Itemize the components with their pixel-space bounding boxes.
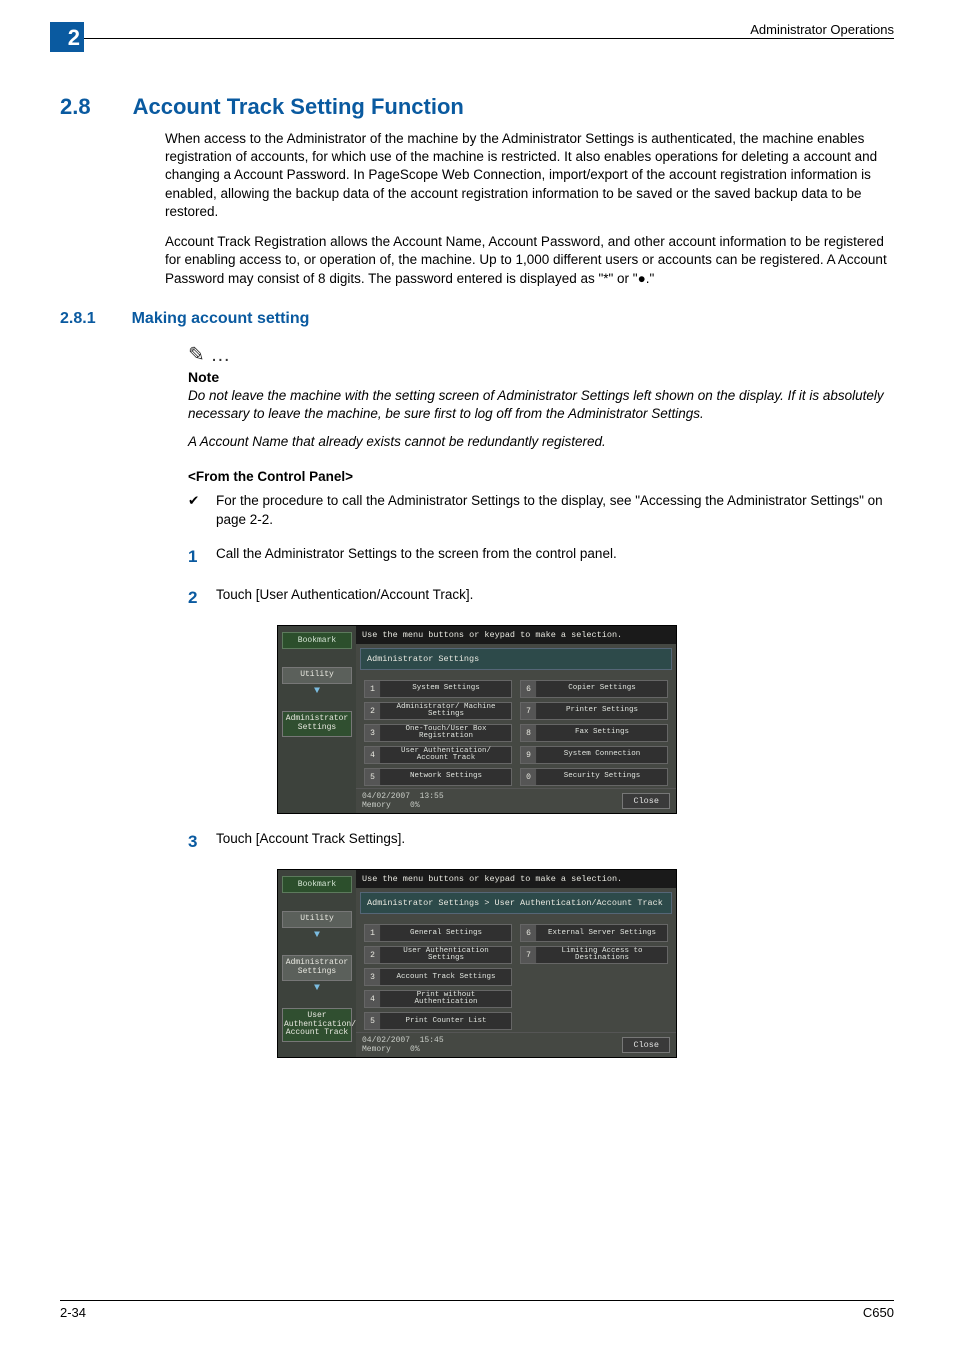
menu-label: External Server Settings [537,930,667,938]
sidebar-admin-settings[interactable]: Administrator Settings [282,955,352,981]
menu-number: 4 [365,747,381,763]
menu-label: Administrator/ Machine Settings [381,704,511,719]
menu-label: System Settings [381,685,511,693]
sidebar-utility[interactable]: Utility [282,667,352,684]
note-text: A Account Name that already exists canno… [188,433,894,451]
breadcrumb: Administrator Settings > User Authentica… [360,892,672,914]
menu-number: 1 [365,681,381,697]
menu-label: Printer Settings [537,707,667,715]
running-head: Administrator Operations [750,22,894,37]
menu-number: 5 [365,1013,381,1029]
step-number: 3 [188,828,216,855]
menu-item-printer[interactable]: 7Printer Settings [520,702,668,720]
menu-number: 7 [521,947,537,963]
menu-item-account-track[interactable]: 3Account Track Settings [364,968,512,986]
step-text: Touch [User Authentication/Account Track… [216,584,473,611]
menu-item-system-settings[interactable]: 1System Settings [364,680,512,698]
note-text: Do not leave the machine with the settin… [188,387,894,423]
page-number: 2-34 [60,1305,86,1320]
menu-item-print-without-auth[interactable]: 4Print without Authentication [364,990,512,1008]
menu-number: 4 [365,991,381,1007]
menu-item-admin-machine[interactable]: 2Administrator/ Machine Settings [364,702,512,720]
status-info: 04/02/2007 13:55 Memory 0% [362,792,444,810]
menu-item-print-counter[interactable]: 5Print Counter List [364,1012,512,1030]
menu-label: User Authentication Settings [381,948,511,963]
subsection-title: Making account setting [132,310,310,328]
menu-item-copier[interactable]: 6Copier Settings [520,680,668,698]
checkmark-icon: ✔ [188,492,216,528]
panel-instruction: Use the menu buttons or keypad to make a… [356,626,676,644]
menu-label: One-Touch/User Box Registration [381,726,511,741]
menu-item-fax[interactable]: 8Fax Settings [520,724,668,742]
menu-label: General Settings [381,930,511,938]
sidebar-utility[interactable]: Utility [282,911,352,928]
menu-item-user-auth-settings[interactable]: 2User Authentication Settings [364,946,512,964]
menu-item-network[interactable]: 5Network Settings [364,768,512,786]
menu-number: 3 [365,725,381,741]
sidebar-user-auth[interactable]: User Authentication/ Account Track [282,1008,352,1042]
menu-number: 2 [365,703,381,719]
menu-item-one-touch[interactable]: 3One-Touch/User Box Registration [364,724,512,742]
chapter-badge: 2 [50,22,84,52]
menu-item-limit-access[interactable]: 7Limiting Access to Destinations [520,946,668,964]
menu-number: 7 [521,703,537,719]
breadcrumb: Administrator Settings [360,648,672,670]
section-number: 2.8 [60,94,91,120]
paragraph: When access to the Administrator of the … [165,130,894,221]
panel-heading: <From the Control Panel> [188,469,894,484]
menu-label: Print without Authentication [381,992,511,1007]
menu-number: 9 [521,747,537,763]
touchscreen-panel: Bookmark Utility ▼ Administrator Setting… [277,869,677,1058]
menu-number: 3 [365,969,381,985]
step-text: Touch [Account Track Settings]. [216,828,405,855]
section-title: Account Track Setting Function [133,94,464,120]
menu-label: Fax Settings [537,729,667,737]
menu-item-security[interactable]: 0Security Settings [520,768,668,786]
down-arrow-icon: ▼ [282,686,352,697]
menu-item-general[interactable]: 1General Settings [364,924,512,942]
subsection-number: 2.8.1 [60,310,96,328]
paragraph: Account Track Registration allows the Ac… [165,233,894,288]
menu-number: 8 [521,725,537,741]
bookmark-button[interactable]: Bookmark [282,876,352,893]
top-rule [60,38,894,39]
menu-number: 5 [365,769,381,785]
down-arrow-icon: ▼ [282,983,352,994]
menu-number: 6 [521,925,537,941]
step-number: 2 [188,584,216,611]
menu-label: Print Counter List [381,1018,511,1026]
menu-item-user-auth[interactable]: 4User Authentication/ Account Track [364,746,512,764]
menu-label: Network Settings [381,773,511,781]
down-arrow-icon: ▼ [282,930,352,941]
close-button[interactable]: Close [622,1037,670,1053]
sidebar-admin-settings[interactable]: Administrator Settings [282,711,352,737]
menu-number: 0 [521,769,537,785]
step-number: 1 [188,543,216,570]
status-info: 04/02/2007 15:45 Memory 0% [362,1036,444,1054]
menu-label: Security Settings [537,773,667,781]
panel-instruction: Use the menu buttons or keypad to make a… [356,870,676,888]
menu-label: Account Track Settings [381,974,511,982]
note-icon: ✎ … [188,342,894,367]
menu-item-sysconn[interactable]: 9System Connection [520,746,668,764]
menu-label: Limiting Access to Destinations [537,948,667,963]
menu-label: User Authentication/ Account Track [381,748,511,763]
model-number: C650 [863,1305,894,1320]
menu-number: 1 [365,925,381,941]
step-text: Call the Administrator Settings to the s… [216,543,617,570]
bookmark-button[interactable]: Bookmark [282,632,352,649]
bullet-text: For the procedure to call the Administra… [216,492,894,528]
menu-label: Copier Settings [537,685,667,693]
note-label: Note [188,369,894,385]
touchscreen-panel: Bookmark Utility ▼ Administrator Setting… [277,625,677,814]
menu-item-ext-server[interactable]: 6External Server Settings [520,924,668,942]
menu-number: 6 [521,681,537,697]
menu-number: 2 [365,947,381,963]
close-button[interactable]: Close [622,793,670,809]
menu-label: System Connection [537,751,667,759]
